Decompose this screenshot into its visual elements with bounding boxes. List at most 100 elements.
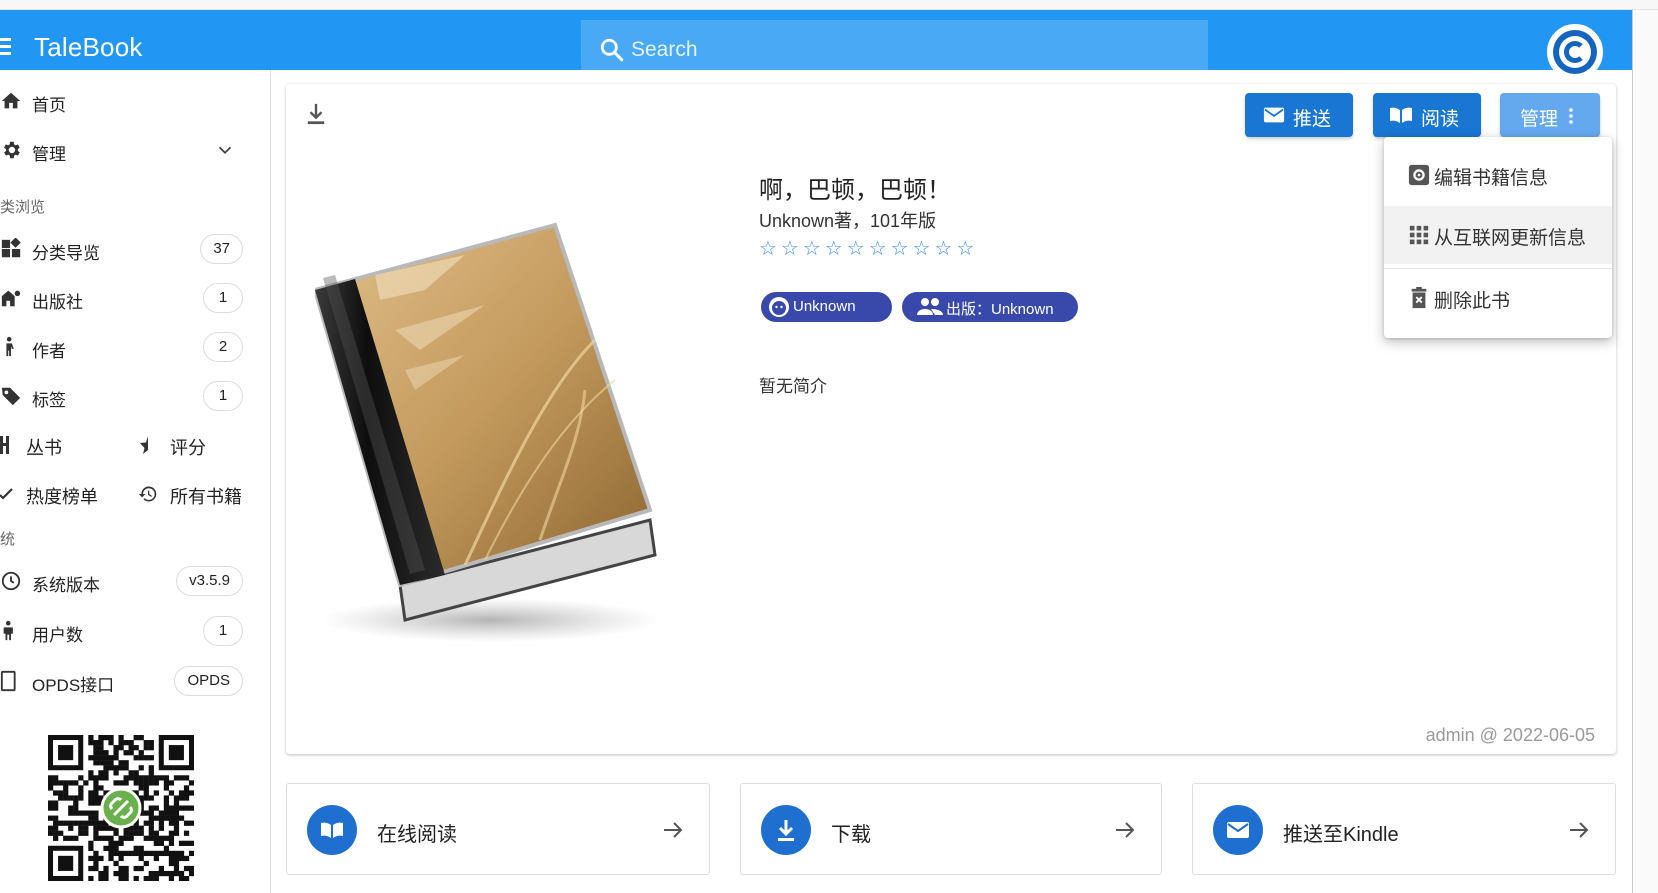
sidebar-item-users[interactable]: 用户数 1	[0, 608, 260, 654]
download-icon	[778, 820, 794, 841]
menu-item-label: 从互联网更新信息	[1434, 228, 1587, 249]
sidebar-item-label: 作者	[32, 342, 66, 361]
section-heading-system: 统	[0, 531, 16, 548]
history-icon	[138, 486, 157, 502]
person-icon	[3, 620, 13, 641]
sidebar-item-version[interactable]: 系统版本 v3.5.9	[0, 558, 260, 604]
sidebar-item-author[interactable]: 作者 2	[0, 324, 260, 370]
series-icon	[0, 436, 9, 454]
sidebar-item-hot[interactable]: 热度榜单	[0, 472, 130, 516]
sidebar-item-opds[interactable]: OPDS接口 OPDS	[0, 658, 260, 704]
arrow-right-icon	[664, 822, 683, 838]
sidebar-item-label: OPDS接口	[32, 676, 115, 695]
manage-button-label: 管理	[1520, 109, 1559, 130]
sidebar-item-label: 丛书	[26, 438, 62, 458]
sidebar-item-label: 用户数	[32, 626, 83, 645]
gear-icon	[4, 141, 20, 159]
author-chip[interactable]: Unknown	[761, 292, 892, 322]
trash-icon	[1411, 287, 1427, 309]
online-read-label: 在线阅读	[377, 824, 457, 846]
manage-button[interactable]: 管理	[1500, 93, 1600, 137]
push-button[interactable]: 推送	[1245, 93, 1353, 137]
clock-icon	[1, 571, 21, 591]
count-badge: 2	[203, 332, 243, 362]
home-icon	[1, 92, 21, 109]
menu-item-label: 删除此书	[1434, 291, 1511, 312]
book-open-icon	[321, 822, 343, 838]
user-avatar[interactable]	[1547, 24, 1603, 80]
widgets-icon	[1, 238, 21, 258]
apps-grid-icon	[1409, 225, 1429, 245]
sidebar-item-series[interactable]: 丛书	[0, 423, 120, 467]
sidebar-item-label: 所有书籍	[170, 487, 242, 507]
tag-icon	[1, 387, 21, 406]
sidebar-item-manage[interactable]: 管理	[0, 127, 260, 173]
online-read-card[interactable]: 在线阅读	[286, 783, 710, 875]
rating-stars[interactable]: ☆☆☆☆☆☆☆☆☆☆	[759, 236, 978, 261]
search-box[interactable]	[581, 20, 1208, 80]
book-title: 啊，巴顿，巴顿！	[759, 177, 951, 204]
book-meta: admin @ 2022-06-05	[1425, 725, 1595, 745]
group-icon	[917, 298, 943, 315]
publisher-chip-label: 出版：Unknown	[946, 301, 1054, 318]
author-chip-label: Unknown	[793, 298, 856, 315]
sidebar-item-label: 系统版本	[32, 576, 100, 595]
face-icon	[769, 297, 789, 317]
qr-code-image	[48, 735, 194, 881]
book-summary: 暂无简介	[759, 377, 827, 396]
sidebar-item-categories[interactable]: 分类导览 37	[0, 226, 260, 272]
push-kindle-card[interactable]: 推送至Kindle	[1192, 783, 1616, 875]
book-subtitle: Unknown著，101年版	[759, 211, 937, 231]
menu-item-update[interactable]: 从互联网更新信息	[1384, 206, 1612, 264]
count-badge: 1	[203, 616, 243, 646]
app-title[interactable]: TaleBook	[34, 32, 143, 63]
menu-item-edit[interactable]: 编辑书籍信息	[1384, 146, 1612, 204]
sidebar-item-label: 评分	[170, 438, 206, 458]
app-bar: TaleBook	[0, 10, 1632, 80]
search-icon	[600, 38, 624, 62]
publisher-chip[interactable]: 出版：Unknown	[902, 292, 1078, 322]
section-heading-browse: 类浏览	[0, 199, 46, 216]
download-card[interactable]: 下载	[740, 783, 1162, 875]
more-vert-icon	[1569, 108, 1573, 124]
trending-icon	[0, 488, 13, 500]
mail-icon	[1227, 822, 1249, 838]
adjacent-window-edge	[1632, 10, 1658, 893]
browser-strip	[0, 0, 1658, 10]
sidebar-item-label: 首页	[32, 96, 66, 115]
menu-item-delete[interactable]: 删除此书	[1384, 269, 1612, 327]
chevron-down-icon	[218, 146, 232, 155]
download-icon[interactable]	[305, 102, 327, 126]
person-walking-icon	[6, 336, 14, 357]
opds-badge: OPDS	[174, 666, 243, 696]
sidebar-item-all-books[interactable]: 所有书籍	[138, 472, 258, 516]
search-input[interactable]	[631, 32, 1191, 68]
push-button-label: 推送	[1293, 109, 1332, 130]
manage-dropdown-menu: 编辑书籍信息 从互联网更新信息 删除此书	[1384, 137, 1612, 338]
sidebar-item-label: 管理	[32, 145, 66, 164]
book-cover-image	[315, 222, 660, 642]
sidebar-item-publisher[interactable]: 出版社 1	[0, 275, 260, 321]
count-badge: 1	[203, 283, 243, 313]
menu-icon[interactable]	[0, 38, 12, 60]
arrow-right-icon	[1116, 822, 1135, 838]
sidebar-item-label: 热度榜单	[26, 487, 98, 507]
read-button-label: 阅读	[1421, 109, 1460, 130]
version-badge: v3.5.9	[176, 566, 243, 596]
sidebar-item-home[interactable]: 首页	[0, 78, 260, 124]
sidebar-item-tags[interactable]: 标签 1	[0, 373, 260, 419]
read-button[interactable]: 阅读	[1373, 93, 1481, 137]
menu-item-label: 编辑书籍信息	[1434, 168, 1549, 189]
tablet-icon	[0, 670, 16, 692]
sidebar-item-rating[interactable]: 评分	[138, 423, 258, 467]
push-kindle-label: 推送至Kindle	[1283, 824, 1399, 846]
count-badge: 37	[200, 234, 243, 264]
sidebar-item-label: 出版社	[32, 293, 83, 312]
book-open-icon	[1390, 107, 1412, 123]
star-half-icon	[140, 436, 148, 454]
sidebar-item-label: 分类导览	[32, 244, 100, 263]
count-badge: 1	[203, 381, 243, 411]
sidebar-item-label: 标签	[32, 391, 66, 410]
publisher-icon	[1, 290, 21, 307]
download-label: 下载	[831, 824, 871, 846]
